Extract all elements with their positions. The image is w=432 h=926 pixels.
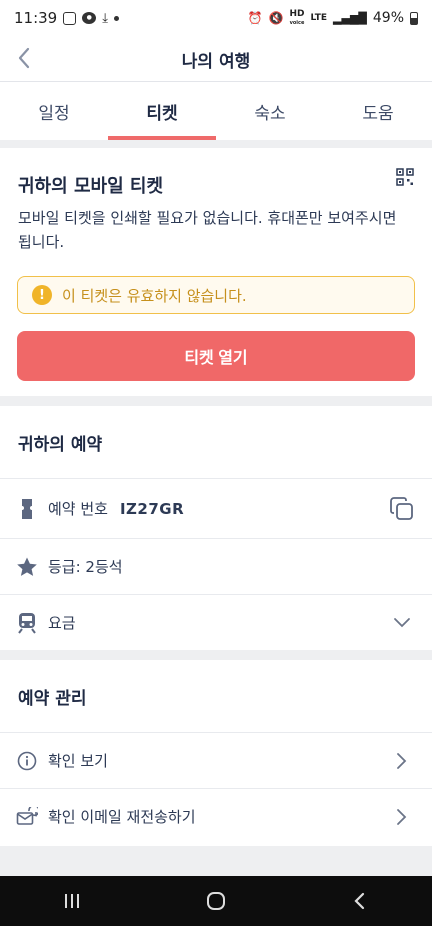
star-icon: [16, 556, 38, 578]
booking-card: 귀하의 예약 예약 번호 IZ27GR 등급: 2등석 요금: [0, 406, 432, 650]
manage-booking-card: 예약 관리 확인 보기 확인 이메일 재전송하기: [0, 660, 432, 846]
train-icon: [16, 612, 38, 634]
tab-tickets[interactable]: 티켓: [108, 82, 216, 140]
copy-icon: [390, 496, 413, 520]
ticket-icon: [16, 498, 38, 520]
tab-accommodation[interactable]: 숙소: [216, 82, 324, 140]
resend-email-label: 확인 이메일 재전송하기: [48, 808, 196, 826]
booking-section-title: 귀하의 예약: [18, 435, 103, 455]
alarm-lock-icon: ⏰: [247, 11, 263, 25]
resend-email-row[interactable]: 확인 이메일 재전송하기: [0, 788, 432, 844]
instagram-icon: [63, 11, 77, 25]
home-icon: [207, 892, 225, 910]
seat-class-row: 등급: 2등석: [0, 538, 432, 594]
signal-icon: ▂▄▆█: [333, 11, 367, 25]
system-back-button[interactable]: [340, 881, 380, 921]
status-time: 11:39: [14, 9, 58, 27]
booking-reference-label: 예약 번호: [48, 500, 108, 518]
download-icon: ⤓: [102, 10, 108, 26]
open-ticket-button[interactable]: 티켓 열기: [17, 331, 415, 381]
tab-help[interactable]: 도움: [324, 82, 432, 140]
booking-reference-code: IZ27GR: [119, 499, 185, 518]
voice-label: voice: [289, 19, 305, 26]
fare-row[interactable]: 요금: [0, 594, 432, 650]
mobile-ticket-title: 귀하의 모바일 티켓: [18, 176, 164, 197]
qr-code-icon: [396, 168, 414, 186]
tab-bar: 일정 티켓 숙소 도움: [0, 82, 432, 140]
hd-label: HD: [289, 8, 305, 19]
recent-apps-icon: [65, 894, 79, 908]
manage-section-title: 예약 관리: [18, 689, 87, 709]
recent-apps-button[interactable]: [52, 881, 92, 921]
hd-voice-icon: HD voice: [289, 8, 305, 27]
notification-dot-icon: [113, 15, 119, 21]
qr-code-button[interactable]: [396, 168, 414, 186]
booking-reference-row: 예약 번호 IZ27GR: [0, 478, 432, 538]
fare-label: 요금: [48, 614, 76, 632]
seat-class-text: 등급: 2등석: [48, 558, 123, 576]
mute-icon: 🔇: [268, 11, 284, 25]
system-back-icon: [354, 892, 365, 910]
chevron-right-icon: [388, 747, 416, 775]
status-bar: 11:39 ● ⤓ ⏰ 🔇 HD voice LTE ▂▄▆█ 49%: [0, 0, 432, 36]
info-icon: !: [32, 285, 52, 305]
battery-percent: 49%: [372, 10, 404, 26]
chat-talk-icon: ●: [82, 12, 97, 24]
chevron-right-icon: [388, 803, 416, 831]
chevron-down-icon: [388, 609, 416, 637]
system-navigation-bar: [0, 876, 432, 926]
view-confirmation-label: 확인 보기: [48, 752, 108, 770]
home-button[interactable]: [196, 881, 236, 921]
app-header: 나의 여행: [0, 36, 432, 82]
mobile-ticket-description: 모바일 티켓을 인쇄할 필요가 없습니다. 휴대폰만 보여주시면 됩니다.: [18, 209, 397, 251]
page-title: 나의 여행: [181, 52, 251, 72]
invalid-ticket-alert: ! 이 티켓은 유효하지 않습니다.: [17, 276, 415, 314]
email-resend-icon: [16, 806, 38, 828]
copy-button[interactable]: [388, 495, 416, 523]
lte-icon: LTE: [310, 13, 328, 23]
view-confirmation-row[interactable]: 확인 보기: [0, 732, 432, 788]
alert-text: 이 티켓은 유효하지 않습니다.: [62, 286, 247, 305]
tab-itinerary[interactable]: 일정: [0, 82, 108, 140]
battery-icon: [410, 11, 418, 25]
info-circle-icon: [16, 750, 38, 772]
mobile-ticket-card: 귀하의 모바일 티켓 모바일 티켓을 인쇄할 필요가 없습니다. 휴대폰만 보여…: [0, 148, 432, 396]
